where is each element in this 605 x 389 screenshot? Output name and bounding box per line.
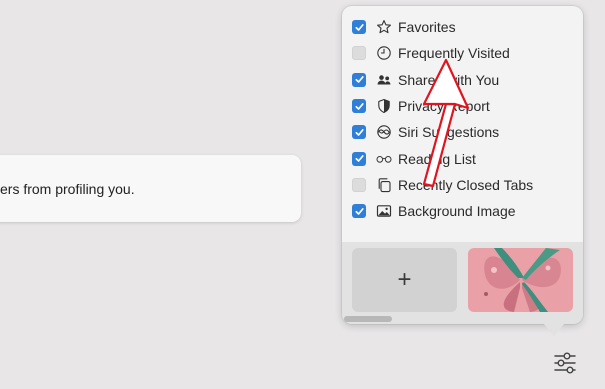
butterfly-image [468, 248, 573, 312]
checkmark-icon [354, 76, 364, 84]
frequently-visited-checkbox[interactable] [352, 46, 366, 61]
reading-list-checkbox[interactable] [352, 151, 366, 166]
option-background-image[interactable]: Background Image [342, 198, 583, 224]
siri-suggestions-checkbox[interactable] [352, 125, 366, 140]
background-image-picker: + [342, 242, 583, 324]
butterfly-background-thumbnail[interactable] [468, 248, 573, 312]
horizontal-scrollbar[interactable] [344, 316, 392, 322]
checkmark-icon [354, 155, 364, 162]
start-page-settings-button[interactable] [552, 350, 578, 376]
plus-icon: + [397, 266, 412, 293]
checkmark-icon [354, 23, 364, 31]
tabs-icon [375, 176, 392, 193]
checkmark-icon [354, 128, 364, 136]
frequently-visited-label: Frequently Visited [398, 45, 510, 62]
background-image-checkbox[interactable] [352, 204, 366, 219]
option-recently-closed-tabs[interactable]: Recently Closed Tabs [342, 172, 583, 198]
privacy-report-label: Privacy Report [398, 98, 490, 115]
sliders-icon [554, 352, 576, 374]
image-icon [375, 203, 392, 220]
people-icon [375, 71, 392, 88]
star-icon [375, 19, 392, 36]
shared-with-you-label: Shared with You [398, 71, 500, 88]
favorites-label: Favorites [398, 19, 456, 36]
option-reading-list[interactable]: Reading List [342, 145, 583, 171]
option-privacy-report[interactable]: Privacy Report [342, 93, 583, 119]
privacy-report-card: ers from profiling you. [0, 155, 301, 222]
siri-icon [375, 124, 392, 141]
recently-closed-tabs-checkbox[interactable] [352, 177, 366, 192]
reading-list-label: Reading List [398, 150, 476, 167]
option-favorites[interactable]: Favorites [342, 14, 583, 40]
option-shared-with-you[interactable]: Shared with You [342, 67, 583, 93]
siri-suggestions-label: Siri Suggestions [398, 124, 500, 141]
glasses-icon [375, 150, 392, 167]
shared-with-you-checkbox[interactable] [352, 72, 366, 87]
shield-icon [375, 98, 392, 115]
section-list: Favorites Frequently Visited Shared with… [342, 14, 583, 224]
add-background-button[interactable]: + [352, 248, 457, 312]
privacy-report-text: ers from profiling you. [0, 181, 135, 197]
favorites-checkbox[interactable] [352, 20, 366, 35]
popover-pointer [543, 323, 565, 336]
background-image-label: Background Image [398, 203, 516, 220]
checkmark-icon [354, 102, 364, 110]
privacy-report-checkbox[interactable] [352, 99, 366, 114]
clock-icon [375, 45, 392, 62]
recently-closed-tabs-label: Recently Closed Tabs [398, 176, 534, 193]
customize-start-page-popover: Favorites Frequently Visited Shared with… [342, 6, 583, 324]
checkmark-icon [354, 207, 364, 215]
option-siri-suggestions[interactable]: Siri Suggestions [342, 119, 583, 145]
option-frequently-visited[interactable]: Frequently Visited [342, 40, 583, 66]
